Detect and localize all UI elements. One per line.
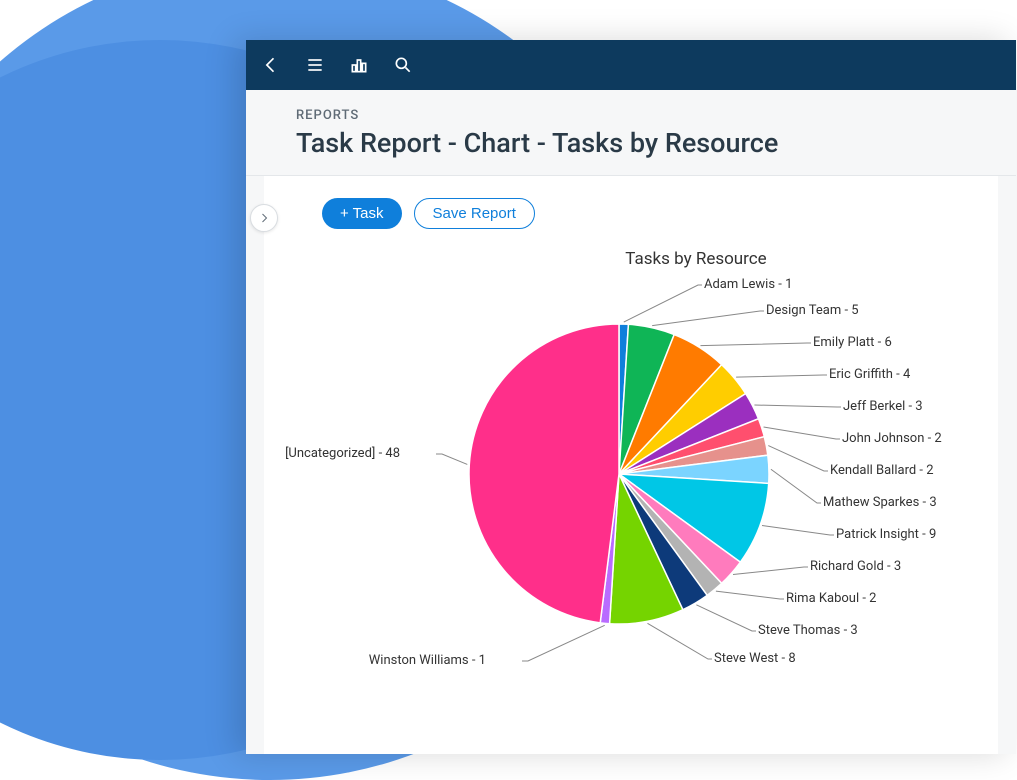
chart-label: Steve West - 8 [714, 651, 796, 666]
topbar [246, 40, 1016, 90]
chart-label: Richard Gold - 3 [810, 559, 901, 574]
app-window: REPORTS Task Report - Chart - Tasks by R… [246, 40, 1016, 754]
chart-label: Jeff Berkel - 3 [843, 399, 923, 414]
chart-label: Design Team - 5 [766, 303, 859, 318]
pie-chart [464, 319, 774, 629]
back-icon[interactable] [260, 54, 282, 76]
search-icon[interactable] [392, 54, 414, 76]
chart-label: John Johnson - 2 [842, 431, 942, 446]
chart-label: Steve Thomas - 3 [758, 623, 858, 638]
chart-label: Emily Platt - 6 [813, 335, 892, 350]
pie-slice[interactable] [469, 324, 619, 623]
breadcrumb: REPORTS [296, 108, 966, 123]
chart-area: Tasks by Resource Adam Lewis - 1 Design T… [264, 249, 998, 689]
menu-icon[interactable] [304, 54, 326, 76]
chart-label: Mathew Sparkes - 3 [823, 495, 937, 510]
content-panel: + Task Save Report Tasks by Resource Ada… [264, 176, 998, 754]
page-title: Task Report - Chart - Tasks by Resource [296, 127, 966, 159]
chart-label: Rima Kaboul - 2 [786, 591, 877, 606]
chart-label: Eric Griffith - 4 [829, 367, 910, 382]
save-report-button[interactable]: Save Report [414, 198, 535, 229]
page-header: REPORTS Task Report - Chart - Tasks by R… [246, 90, 1016, 176]
chart-label: [Uncategorized] - 48 [285, 446, 400, 461]
chart-label: Winston Williams - 1 [369, 653, 486, 668]
chart-label: Adam Lewis - 1 [704, 277, 792, 292]
chart-title: Tasks by Resource [394, 249, 998, 269]
chart-label: Patrick Insight - 9 [836, 527, 936, 542]
toolbar: + Task Save Report [264, 176, 998, 239]
expand-sidebar-button[interactable] [250, 204, 278, 232]
chart-label: Kendall Ballard - 2 [830, 463, 934, 478]
chart-icon[interactable] [348, 54, 370, 76]
add-task-button[interactable]: + Task [322, 198, 402, 229]
